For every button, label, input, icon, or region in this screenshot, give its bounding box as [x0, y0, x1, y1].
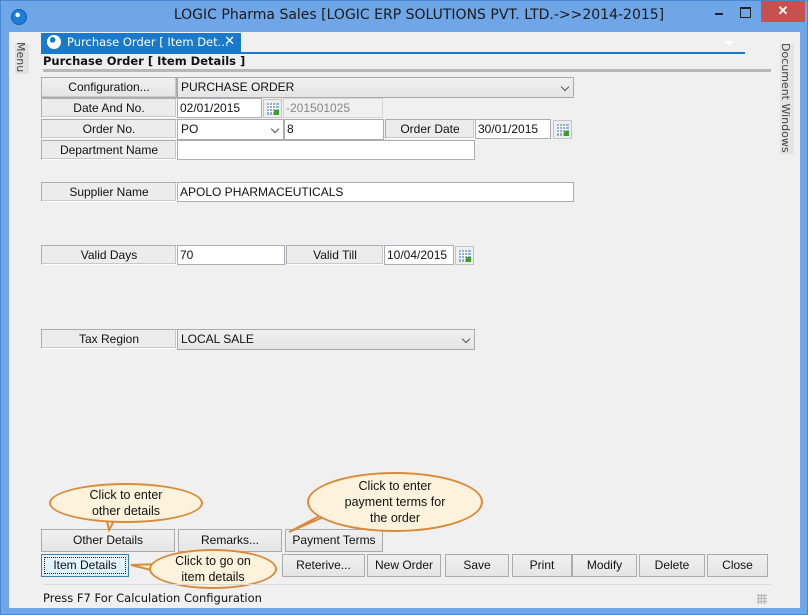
other-details-button[interactable]: Other Details	[41, 529, 175, 552]
configuration-button[interactable]: Configuration...	[41, 77, 177, 98]
date-calendar-button[interactable]	[263, 99, 282, 118]
title-divider	[43, 69, 771, 72]
delete-button[interactable]: Delete	[639, 554, 705, 577]
document-windows-panel-toggle[interactable]: Document Windows	[774, 32, 800, 592]
tax-region-value: LOCAL SALE	[181, 332, 254, 346]
callout-line: Click to enter	[358, 479, 432, 493]
save-button[interactable]: Save	[445, 554, 509, 577]
supplier-name-field[interactable]: APOLO PHARMACEUTICALS	[177, 182, 574, 202]
status-divider	[43, 584, 771, 585]
calendar-dot	[466, 257, 471, 262]
department-name-field[interactable]	[177, 140, 475, 160]
valid-till-field[interactable]: 10/04/2015	[384, 245, 454, 265]
order-date-calendar-button[interactable]	[553, 120, 572, 139]
callout-payment-terms: Click to enter payment terms for the ord…	[307, 472, 483, 532]
title-bar: LOGIC Pharma Sales [LOGIC ERP SOLUTIONS …	[1, 1, 807, 32]
window-title: LOGIC Pharma Sales [LOGIC ERP SOLUTIONS …	[173, 7, 665, 23]
close-tab-icon[interactable]: ✕	[224, 33, 235, 51]
tax-region-label: Tax Region	[41, 329, 177, 349]
order-number-field[interactable]: 8	[284, 119, 384, 140]
callout-line: payment terms for	[344, 495, 446, 509]
chevron-down-icon	[461, 334, 471, 344]
minimize-button[interactable]	[706, 1, 732, 22]
resize-grip-icon[interactable]	[757, 594, 767, 604]
callout-line: other details	[91, 504, 161, 518]
date-and-no-label: Date And No.	[41, 98, 177, 118]
close-button[interactable]: Close	[707, 554, 768, 577]
order-series-select[interactable]: PO	[177, 119, 284, 140]
menu-panel-toggle[interactable]: Menu	[9, 32, 37, 592]
valid-days-label: Valid Days	[41, 245, 177, 265]
callout-other-details: Click to enter other details	[49, 483, 203, 523]
callout-line: Click to enter	[89, 488, 163, 502]
close-window-button[interactable]: ✕	[761, 1, 805, 22]
date-field[interactable]: 02/01/2015	[177, 98, 262, 118]
valid-till-label: Valid Till	[286, 245, 384, 265]
chevron-down-icon	[270, 124, 280, 134]
configuration-value: PURCHASE ORDER	[181, 80, 295, 94]
order-date-label: Order Date	[385, 119, 475, 139]
client-area: Menu Document Windows Purchase Order [ I…	[9, 32, 800, 608]
payment-terms-button[interactable]: Payment Terms	[285, 529, 383, 552]
app-window: LOGIC Pharma Sales [LOGIC ERP SOLUTIONS …	[0, 0, 808, 615]
tab-label: Purchase Order [ Item Det...	[67, 35, 229, 49]
retrieve-button[interactable]: Reterive...	[282, 554, 365, 577]
document-windows-label: Document Windows	[779, 43, 792, 153]
document-tab-bar: Purchase Order [ Item Det... ✕	[41, 32, 771, 54]
callout-line: the order	[369, 511, 420, 525]
callout-tails	[102, 505, 350, 574]
tax-region-select[interactable]: LOCAL SALE	[177, 329, 475, 350]
department-name-label: Department Name	[41, 140, 177, 160]
calendar-dot	[564, 131, 569, 136]
maximize-button[interactable]	[732, 1, 758, 22]
tab-purchase-order[interactable]: Purchase Order [ Item Det... ✕	[41, 33, 241, 52]
new-order-button[interactable]: New Order	[367, 554, 441, 577]
supplier-name-label: Supplier Name	[41, 182, 177, 202]
chevron-down-icon	[560, 82, 570, 92]
calendar-dot	[274, 110, 279, 115]
status-bar-text: Press F7 For Calculation Configuration	[43, 591, 262, 605]
valid-till-calendar-button[interactable]	[455, 246, 474, 265]
menu-label: Menu	[14, 42, 27, 73]
page-title: Purchase Order [ Item Details ]	[43, 54, 246, 68]
configuration-select[interactable]: PURCHASE ORDER	[177, 77, 574, 98]
app-logo-icon	[47, 35, 61, 49]
order-date-field[interactable]: 30/01/2015	[475, 119, 551, 139]
callout-item-details: Click to go on item details	[149, 549, 277, 589]
order-no-label: Order No.	[41, 119, 177, 139]
callout-line: Click to go on	[175, 554, 251, 568]
modify-button[interactable]: Modify	[572, 554, 637, 577]
valid-days-field[interactable]: 70	[177, 245, 285, 265]
print-button[interactable]: Print	[512, 554, 572, 577]
remarks-button[interactable]: Remarks...	[178, 529, 282, 552]
callout-line: item details	[181, 570, 245, 584]
document-number-field: -201501025	[283, 98, 383, 118]
tab-list-dropdown-icon[interactable]	[724, 41, 734, 46]
item-details-button[interactable]: Item Details	[41, 554, 129, 577]
order-series-value: PO	[181, 122, 199, 136]
